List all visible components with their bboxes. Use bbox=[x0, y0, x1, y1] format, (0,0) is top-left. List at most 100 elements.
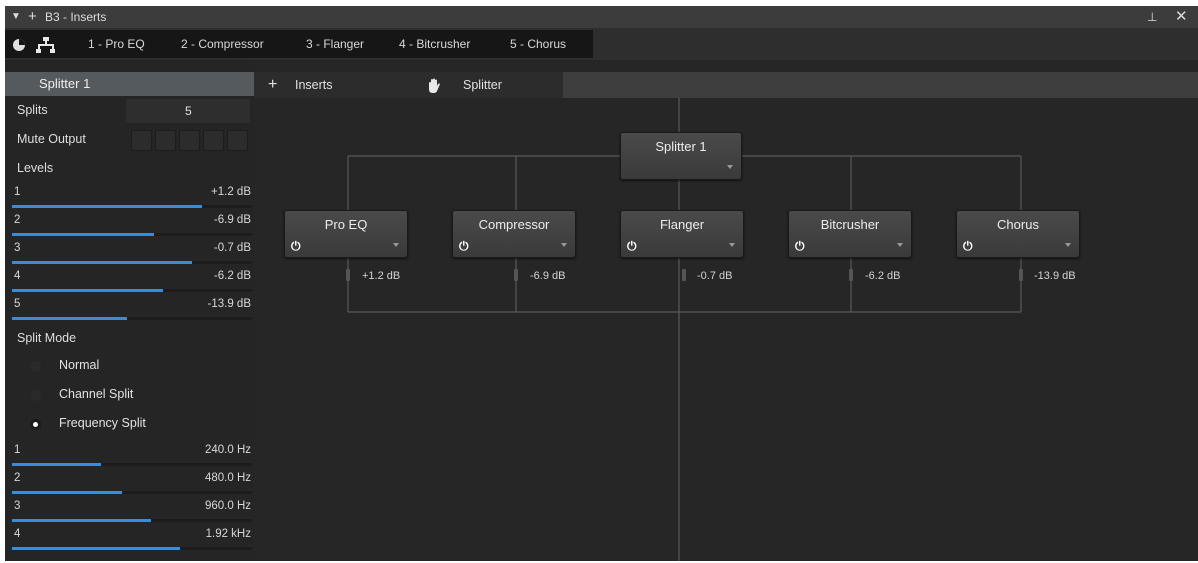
splitter-node[interactable]: Splitter 1 bbox=[620, 132, 742, 180]
levels-label: Levels bbox=[17, 161, 54, 175]
insert-node-pro-eq[interactable]: Pro EQ ⏻ bbox=[284, 210, 408, 258]
level-slider[interactable]: 3 -0.7 dB bbox=[5, 238, 254, 266]
frequency-track bbox=[12, 547, 252, 550]
frequency-fill bbox=[12, 491, 123, 494]
add-icon[interactable]: + bbox=[28, 6, 37, 28]
splitter-node-name: Splitter 1 bbox=[655, 139, 707, 154]
levels-header: Levels bbox=[5, 156, 254, 182]
split-mode-normal-label: Normal bbox=[59, 358, 100, 372]
power-icon[interactable]: ⏻ bbox=[963, 239, 973, 254]
tab-pro-eq[interactable]: 1 - Pro EQ bbox=[88, 30, 145, 58]
insert-gain-label: -6.2 dB bbox=[865, 270, 901, 282]
split-mode-channel-label: Channel Split bbox=[59, 387, 134, 401]
split-mode-header: Split Mode bbox=[5, 324, 254, 352]
level-value: -0.7 dB bbox=[213, 242, 251, 254]
chevron-down-icon[interactable] bbox=[729, 243, 735, 247]
insert-node-name: Compressor bbox=[478, 217, 550, 232]
level-value: -6.9 dB bbox=[213, 214, 251, 226]
splits-row: Splits 5 bbox=[5, 97, 254, 125]
split-mode-frequency-label: Frequency Split bbox=[59, 416, 146, 430]
splitter-settings-panel: Splitter 1 Splits 5 Mute Output Levels 1… bbox=[5, 60, 254, 561]
split-mode-label: Split Mode bbox=[17, 331, 77, 345]
routing-icon[interactable] bbox=[35, 30, 57, 58]
device-header: Splitter 1 bbox=[5, 72, 254, 96]
level-fill bbox=[12, 261, 192, 264]
split-mode-frequency-split[interactable]: Frequency Split bbox=[5, 410, 254, 439]
tab-compressor[interactable]: 2 - Compressor bbox=[181, 30, 264, 58]
insert-node-chorus[interactable]: Chorus ⏻ bbox=[956, 210, 1080, 258]
frequency-slider[interactable]: 3 960.0 Hz bbox=[5, 496, 254, 524]
frequency-fill bbox=[12, 519, 152, 522]
frequency-value: 480.0 Hz bbox=[204, 472, 251, 484]
level-value: +1.2 dB bbox=[211, 186, 251, 198]
level-slider[interactable]: 2 -6.9 dB bbox=[5, 210, 254, 238]
level-slider[interactable]: 5 -13.9 dB bbox=[5, 294, 254, 322]
level-track bbox=[12, 233, 252, 236]
level-index: 1 bbox=[14, 186, 21, 198]
frequency-value: 1.92 kHz bbox=[205, 528, 251, 540]
mute-output-toggle-1[interactable] bbox=[131, 130, 152, 151]
gain-knob[interactable] bbox=[1019, 269, 1023, 281]
frequency-slider[interactable]: 1 240.0 Hz bbox=[5, 440, 254, 468]
level-value: -6.2 dB bbox=[213, 270, 251, 282]
tab-flanger[interactable]: 3 - Flanger bbox=[306, 30, 364, 58]
frequency-fill bbox=[12, 463, 101, 466]
close-icon[interactable]: ✕ bbox=[1175, 6, 1188, 28]
chevron-down-icon[interactable] bbox=[897, 243, 903, 247]
frequency-index: 3 bbox=[14, 500, 21, 512]
level-track bbox=[12, 317, 252, 320]
routing-view: + Inserts Splitter Splitter 1 Pro EQ ⏻ +… bbox=[254, 60, 1198, 561]
pin-icon[interactable]: ⊥ bbox=[1147, 6, 1157, 28]
level-track bbox=[12, 289, 252, 292]
splits-field[interactable]: 5 bbox=[126, 99, 250, 123]
frequency-track bbox=[12, 491, 252, 494]
radio-icon bbox=[30, 390, 41, 401]
insert-node-flanger[interactable]: Flanger ⏻ bbox=[620, 210, 744, 258]
gain-knob[interactable] bbox=[682, 269, 686, 281]
radio-icon bbox=[30, 361, 41, 372]
collapse-arrow-icon[interactable]: ▼ bbox=[11, 6, 21, 28]
insert-gain-label: -0.7 dB bbox=[697, 270, 733, 282]
level-track bbox=[12, 261, 252, 264]
level-fill bbox=[12, 205, 202, 208]
split-mode-normal[interactable]: Normal bbox=[5, 352, 254, 381]
insert-gain-label: +1.2 dB bbox=[362, 270, 401, 282]
frequency-slider[interactable]: 4 1.92 kHz bbox=[5, 524, 254, 552]
tab-chorus[interactable]: 5 - Chorus bbox=[510, 30, 566, 58]
gain-knob[interactable] bbox=[514, 269, 518, 281]
frequency-track bbox=[12, 463, 252, 466]
chevron-down-icon[interactable] bbox=[393, 243, 399, 247]
level-index: 5 bbox=[14, 298, 21, 310]
level-fill bbox=[12, 233, 154, 236]
gain-knob[interactable] bbox=[346, 269, 350, 281]
mute-output-toggle-2[interactable] bbox=[155, 130, 176, 151]
insert-node-bitcrusher[interactable]: Bitcrusher ⏻ bbox=[788, 210, 912, 258]
insert-node-name: Pro EQ bbox=[324, 217, 368, 232]
splits-label: Splits bbox=[17, 103, 48, 117]
view-toggle-icon[interactable] bbox=[11, 30, 27, 58]
mute-output-label: Mute Output bbox=[17, 132, 86, 146]
tab-bitcrusher[interactable]: 4 - Bitcrusher bbox=[399, 30, 470, 58]
mute-output-toggle-3[interactable] bbox=[179, 130, 200, 151]
splits-value: 5 bbox=[185, 104, 192, 118]
chevron-down-icon[interactable] bbox=[1065, 243, 1071, 247]
frequency-index: 4 bbox=[14, 528, 21, 540]
frequency-index: 2 bbox=[14, 472, 21, 484]
level-index: 3 bbox=[14, 242, 21, 254]
chevron-down-icon[interactable] bbox=[561, 243, 567, 247]
chevron-down-icon[interactable] bbox=[727, 165, 733, 169]
mute-output-toggle-4[interactable] bbox=[203, 130, 224, 151]
insert-node-compressor[interactable]: Compressor ⏻ bbox=[452, 210, 576, 258]
power-icon[interactable]: ⏻ bbox=[459, 239, 469, 254]
mute-output-toggle-5[interactable] bbox=[227, 130, 248, 151]
power-icon[interactable]: ⏻ bbox=[627, 239, 637, 254]
gain-knob[interactable] bbox=[849, 269, 853, 281]
split-mode-channel-split[interactable]: Channel Split bbox=[5, 381, 254, 410]
level-slider[interactable]: 4 -6.2 dB bbox=[5, 266, 254, 294]
level-slider[interactable]: 1 +1.2 dB bbox=[5, 182, 254, 210]
insert-gain-label: -6.9 dB bbox=[530, 270, 566, 282]
radio-selected-icon bbox=[30, 419, 41, 430]
frequency-slider[interactable]: 2 480.0 Hz bbox=[5, 468, 254, 496]
power-icon[interactable]: ⏻ bbox=[795, 239, 805, 254]
power-icon[interactable]: ⏻ bbox=[291, 239, 301, 254]
